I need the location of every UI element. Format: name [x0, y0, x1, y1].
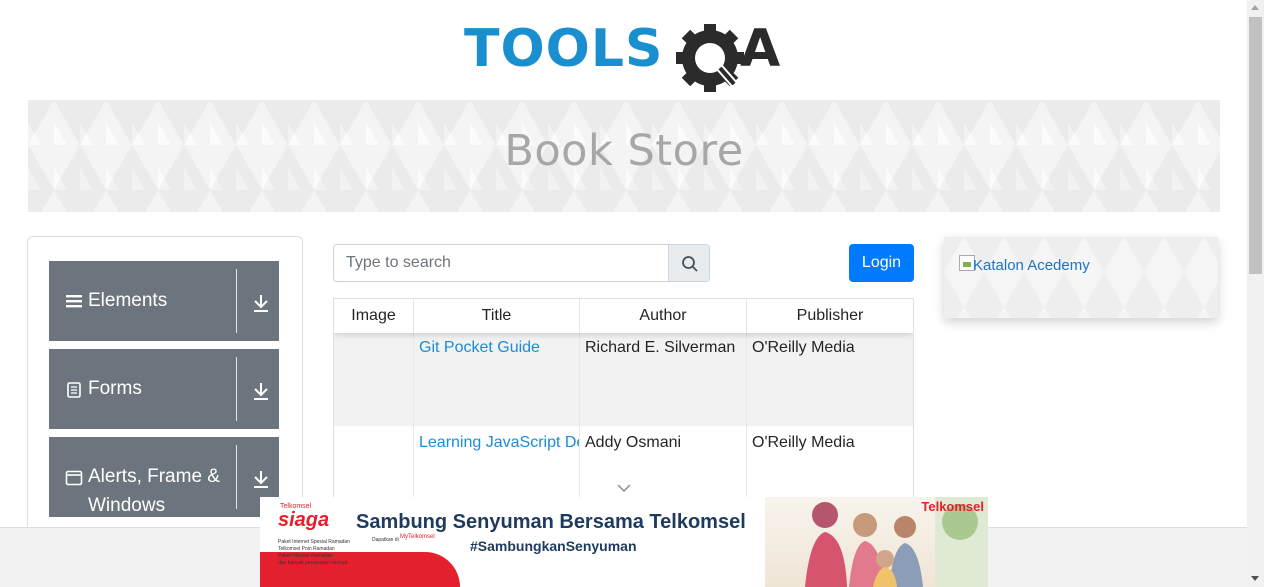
ad-brand: siaga: [278, 509, 330, 531]
column-header-image[interactable]: Image: [334, 299, 414, 333]
ad-headline: Sambung Senyuman Bersama Telkomsel: [356, 511, 746, 533]
divider: [236, 269, 237, 333]
book-title-link[interactable]: Learning JavaScript De: [419, 434, 579, 451]
chevron-down-icon[interactable]: [617, 483, 631, 493]
toolsqa-logo[interactable]: TOOLS A: [464, 14, 788, 92]
scrollbar-thumb[interactable]: [1249, 17, 1262, 274]
page-scrollbar[interactable]: [1247, 0, 1264, 587]
ad-offer-line: Paket Internet Spesial Ramadan: [278, 539, 350, 545]
sidebar-group-alerts-frame-windows[interactable]: Alerts, Frame & Windows: [49, 437, 279, 517]
ad-offer-line: dan banyak penawaran lainnya: [278, 560, 348, 566]
column-header-publisher[interactable]: Publisher: [747, 299, 913, 333]
table-header: Image Title Author Publisher: [334, 299, 913, 333]
side-ad-alt-text[interactable]: Katalon Acedemy: [973, 257, 1090, 274]
scroll-down-arrow-icon[interactable]: [1251, 576, 1259, 581]
ad-offer-line: Telkomsel Poin Ramadan: [278, 546, 335, 552]
document-icon: [67, 382, 81, 398]
download-arrow-icon[interactable]: [252, 469, 270, 489]
ad-dapat-text: Dapatkan di: [372, 537, 399, 543]
divider: [236, 357, 237, 421]
sidebar-group-label: Elements: [88, 290, 168, 311]
book-title-link[interactable]: Git Pocket Guide: [419, 339, 540, 356]
divider: [236, 445, 237, 509]
page-banner: Book Store: [28, 100, 1220, 212]
page-title: Book Store: [504, 126, 744, 176]
sidebar-group-label: Alerts, Frame &: [88, 466, 220, 487]
search-input[interactable]: [333, 244, 669, 282]
hamburger-icon: [66, 295, 82, 308]
side-ad-card[interactable]: Katalon Acedemy: [944, 237, 1218, 318]
ad-app-name: MyTelkomsel: [400, 534, 435, 540]
ad-family-photo: Telkomsel: [765, 497, 988, 587]
download-arrow-icon[interactable]: [252, 293, 270, 313]
column-header-title[interactable]: Title: [414, 299, 580, 333]
sidebar-group-elements[interactable]: Elements: [49, 261, 279, 341]
search-icon: [682, 256, 698, 272]
download-arrow-icon[interactable]: [252, 381, 270, 401]
gear-magnifier-icon: [676, 24, 744, 92]
book-author-cell: Richard E. Silverman: [580, 331, 747, 426]
column-header-author[interactable]: Author: [580, 299, 747, 333]
book-title-cell: Git Pocket Guide: [414, 331, 580, 426]
logo-text-a: A: [740, 19, 780, 79]
page: TOOLS A Book Store Elements Forms Alerts…: [0, 0, 1264, 587]
window-icon: [65, 470, 83, 486]
bottom-ad-banner[interactable]: Telkomsel siaga Paket Internet Spesial R…: [260, 497, 988, 587]
logo-text-tools: TOOLS: [464, 19, 663, 79]
book-publisher-cell: O'Reilly Media: [752, 339, 855, 356]
scroll-up-arrow-icon[interactable]: [1251, 5, 1259, 10]
table-row: Git Pocket Guide Richard E. Silverman O'…: [334, 331, 913, 426]
sidebar-group-label-line2: Windows: [88, 495, 166, 516]
book-image-cell: [334, 331, 414, 426]
sidebar-group-label: Forms: [88, 378, 142, 399]
ad-tagline: #SambungkanSenyuman: [470, 538, 637, 554]
search-button[interactable]: [668, 244, 710, 282]
search-box: [333, 244, 710, 282]
login-button[interactable]: Login: [849, 244, 914, 282]
ad-offer-line: Paket Hiburan Ramadan: [278, 553, 333, 559]
sidebar-group-forms[interactable]: Forms: [49, 349, 279, 429]
ad-telkomsel-logo: Telkomsel: [921, 499, 984, 514]
ad-offer-list: Paket Internet Spesial Ramadan Telkomsel…: [278, 539, 350, 567]
